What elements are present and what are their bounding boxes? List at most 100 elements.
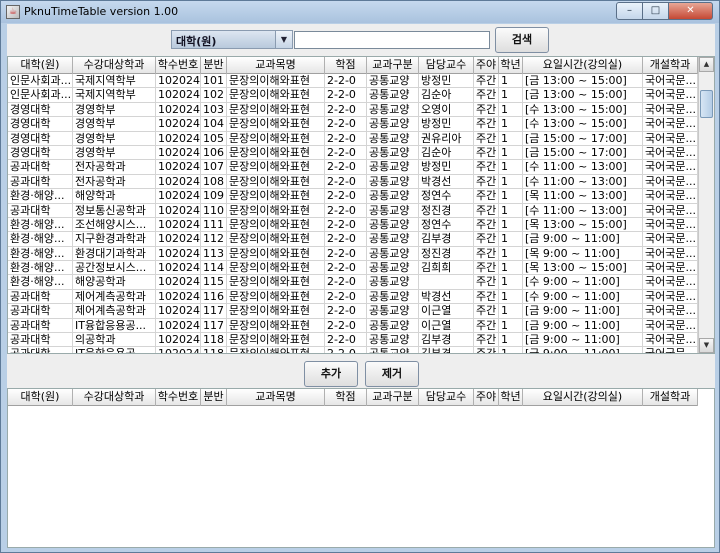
selected-column-header[interactable]: 요일시간(강의실) [523, 389, 643, 406]
selected-column-header[interactable]: 학점 [325, 389, 367, 406]
results-table-cell: 2-2-0 [325, 261, 367, 276]
results-table-cell: 환경대기과학과 [73, 246, 156, 261]
results-table-row[interactable]: 공과대학 제어계측공학과 102024 117 문장의이해와표현 2-2-0 공통교양 이근열… [8, 304, 698, 319]
results-table-row[interactable]: 공과대학 제어계측공학과 102024 116 문장의이해와표현 2-2-0 공통교양 박경선… [8, 289, 698, 305]
selected-column-header[interactable]: 분반 [201, 389, 227, 406]
selected-column-header[interactable]: 대학(원) [8, 389, 73, 406]
results-table-cell: 2-2-0 [325, 102, 367, 117]
results-column-header[interactable]: 수강대상학과 [73, 57, 156, 74]
results-table-cell: 공과대학 [8, 304, 73, 319]
results-table-cell: 국어국문... [643, 117, 698, 132]
results-column-header[interactable]: 주야 [474, 57, 499, 74]
results-table-row[interactable]: 공과대학IT융합응용공...102024118문장의이해와표현2-2-0공통교양… [8, 347, 698, 353]
results-table-cell: 환경·해양... [8, 261, 73, 276]
results-table-cell: 공통교양 [367, 275, 419, 290]
results-table-cell: 지구환경과학과 [73, 232, 156, 247]
selected-column-header[interactable]: 학수번호 [156, 389, 201, 406]
results-table-cell: 문장의이해와표현 [227, 102, 325, 117]
results-table-body[interactable]: 인문사회과... 국제지역학부 102024 101 문장의이해와표현 2-2-0 공통교양… [8, 74, 698, 353]
results-table-cell: 공통교양 [367, 117, 419, 132]
results-column-header[interactable]: 대학(원) [8, 57, 73, 74]
remove-button[interactable]: 제거 [365, 361, 419, 387]
results-table-row[interactable]: 환경·해양... 조선해양시스... 102024 111 문장의이해와표현 2-2-0 공… [8, 217, 698, 233]
results-table-row[interactable]: 경영대학 경영학부 102024 103 문장의이해와표현 2-2-0 공통교양 오영이 주간 1… [8, 102, 698, 118]
add-button[interactable]: 추가 [304, 361, 358, 387]
results-table-cell: 공통교양 [367, 131, 419, 146]
results-table-row[interactable]: 환경·해양... 해양학과 102024 109 문장의이해와표현 2-2-0 공통교양 정연… [8, 189, 698, 204]
search-input[interactable] [294, 31, 490, 49]
selected-courses-table[interactable]: 대학(원) 수강대상학과 학수번호 분반 교과목명 학점 교과구분 담당교수 주야 학년 요일시간(… [7, 388, 715, 548]
results-table-row[interactable]: 경영대학 경영학부 102024 104 문장의이해와표현 2-2-0 공통교양 방정민 주간 1… [8, 117, 698, 132]
results-table-row[interactable]: 경영대학 경영학부 102024 105 문장의이해와표현 2-2-0 공통교양 권유리아 주간… [8, 131, 698, 146]
results-column-header[interactable]: 담당교수 [419, 57, 474, 74]
results-table-row[interactable]: 경영대학 경영학부 102024 106 문장의이해와표현 2-2-0 공통교양 김순아 주간 1… [8, 145, 698, 161]
selected-column-header[interactable]: 교과구분 [367, 389, 419, 406]
selected-column-header[interactable]: 주야 [474, 389, 499, 406]
selected-column-header[interactable]: 개설학과 [643, 389, 698, 406]
minimize-button[interactable]: – [616, 2, 643, 20]
results-table-row[interactable]: 인문사회과... 국제지역학부 102024 101 문장의이해와표현 2-2-0 공통교양… [8, 74, 698, 89]
selected-column-header[interactable]: 수강대상학과 [73, 389, 156, 406]
results-table-row[interactable]: 환경·해양... 환경대기과학과 102024 113 문장의이해와표현 2-2-0 공통교… [8, 246, 698, 262]
results-column-header[interactable]: 학점 [325, 57, 367, 74]
results-table-cell: 104 [201, 117, 227, 132]
results-table-cell: 주간 [474, 203, 499, 218]
results-column-header[interactable]: 교과목명 [227, 57, 325, 74]
results-table-cell: 공통교양 [367, 289, 419, 304]
results-table-cell: 이근열 [419, 304, 474, 319]
scroll-down-arrow-icon[interactable]: ▼ [699, 338, 714, 353]
results-table-cell: 문장의이해와표현 [227, 88, 325, 103]
results-table-cell: 115 [201, 275, 227, 290]
results-table-cell: 공통교양 [367, 347, 419, 353]
results-table-cell: 문장의이해와표현 [227, 145, 325, 160]
results-table-cell: 102024 [158, 88, 201, 103]
chevron-down-icon[interactable]: ▼ [275, 31, 292, 48]
results-table-row[interactable]: 환경·해양... 공간정보시스... 102024 114 문장의이해와표현 2-2-0 공… [8, 261, 698, 276]
selected-column-header[interactable]: 담당교수 [419, 389, 474, 406]
results-column-header[interactable]: 요일시간(강의실) [523, 57, 643, 74]
results-table-row[interactable]: 공과대학 정보통신공학과 102024 110 문장의이해와표현 2-2-0 공통교양 정진경… [8, 203, 698, 218]
results-table-row[interactable]: 환경·해양... 지구환경과학과 102024 112 문장의이해와표현 2-2-0 공통교… [8, 232, 698, 247]
results-table-cell: 2-2-0 [325, 203, 367, 218]
results-table-cell: 주간 [474, 117, 499, 132]
results-table-cell: 문장의이해와표현 [227, 232, 325, 247]
results-table-row[interactable]: 공과대학 전자공학과 102024 107 문장의이해와표현 2-2-0 공통교양 방정민 주간… [8, 160, 698, 175]
results-column-header[interactable]: 개설학과 [643, 57, 698, 74]
results-table-cell: 1 [499, 347, 523, 353]
results-table-cell: 박경선 [419, 289, 474, 304]
results-vertical-scrollbar[interactable]: ▲ ▼ [698, 57, 714, 353]
selected-column-header[interactable]: 학년 [499, 389, 523, 406]
results-table-cell: 공과대학 [8, 347, 73, 353]
results-table-row[interactable]: 공과대학 전자공학과 102024 108 문장의이해와표현 2-2-0 공통교양 박경선 주간… [8, 174, 698, 190]
results-table-cell: 국어국문... [643, 160, 698, 175]
title-bar[interactable]: ☕ PknuTimeTable version 1.00 – □ ✕ [1, 1, 719, 23]
search-button[interactable]: 검색 [495, 27, 549, 53]
results-column-header[interactable]: 교과구분 [367, 57, 419, 74]
results-table-cell: 102024 [158, 160, 201, 175]
maximize-button[interactable]: □ [643, 2, 669, 20]
category-combobox-value: 대학(원) [176, 35, 217, 48]
results-column-header[interactable]: 분반 [201, 57, 227, 74]
results-column-header[interactable]: 학수번호 [156, 57, 201, 74]
results-table-cell: 해양공학과 [73, 275, 156, 290]
results-table-row[interactable]: 공과대학 IT융합응용공... 102024 117 문장의이해와표현 2-2-0 공통교양… [8, 318, 698, 334]
results-table-cell: IT융합응용공... [73, 318, 156, 333]
results-column-header[interactable]: 학년 [499, 57, 523, 74]
scroll-up-arrow-icon[interactable]: ▲ [699, 57, 714, 72]
course-results-table[interactable]: 대학(원) 수강대상학과 학수번호 분반 교과목명 학점 교과구분 담당교수 주야 학년 요일시간(… [7, 56, 715, 354]
results-table-cell: 전자공학과 [73, 160, 156, 175]
results-table-row[interactable]: 인문사회과... 국제지역학부 102024 102 문장의이해와표현 2-2-0 공통교양… [8, 88, 698, 103]
results-table-cell: 국어국문... [643, 333, 698, 348]
close-button[interactable]: ✕ [669, 2, 713, 20]
results-table-cell: [금 9:00 ~ 11:00] [523, 318, 643, 333]
scrollbar-thumb[interactable] [700, 90, 713, 118]
category-combobox[interactable]: 대학(원) ▼ [171, 30, 293, 49]
results-table-cell: [금 13:00 ~ 15:00] [523, 74, 643, 88]
results-table-cell: 김부경 [419, 347, 474, 353]
results-table-row[interactable]: 환경·해양... 해양공학과 102024 115 문장의이해와표현 2-2-0 공통교양 주… [8, 275, 698, 290]
results-table-cell: 김순아 [419, 88, 474, 103]
results-table-cell: [금 15:00 ~ 17:00] [523, 131, 643, 146]
results-table-row[interactable]: 공과대학 의공학과 102024 118 문장의이해와표현 2-2-0 공통교양 김부경 주간 1… [8, 333, 698, 348]
results-table-cell: [금 9:00 ~ 11:00] [523, 232, 643, 247]
selected-column-header[interactable]: 교과목명 [227, 389, 325, 406]
